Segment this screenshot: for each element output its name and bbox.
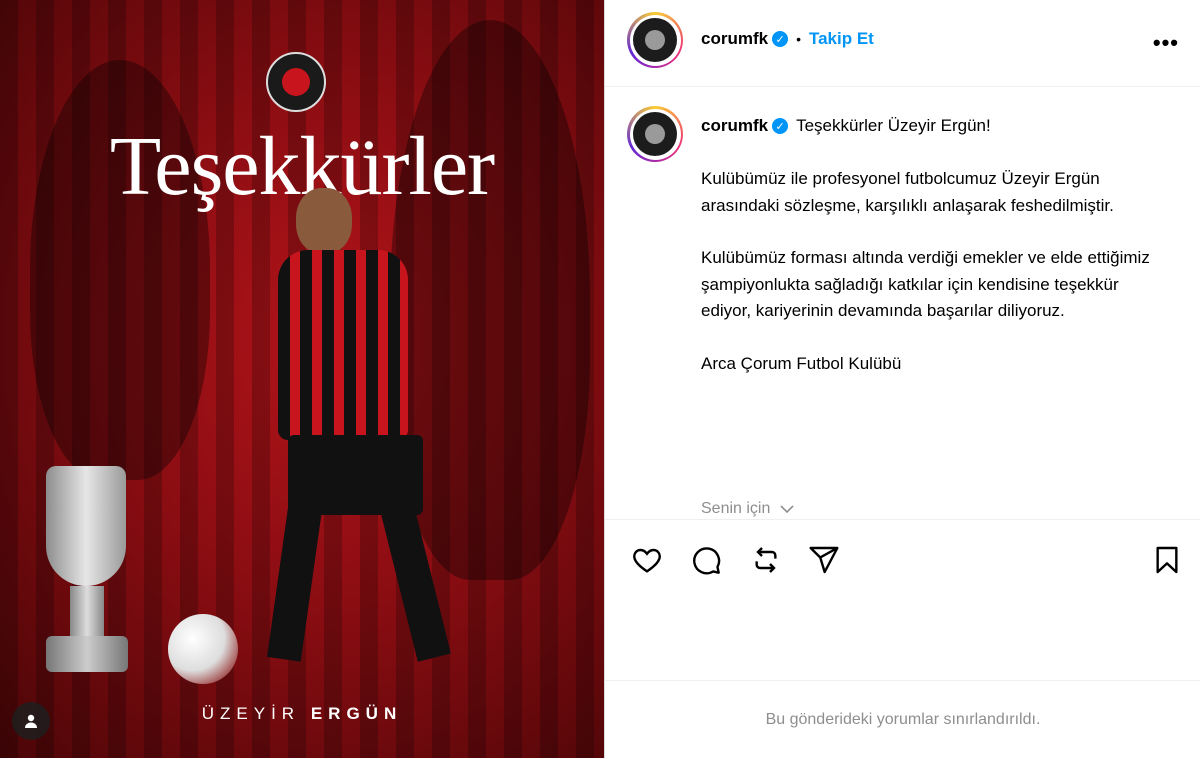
separator-dot: • xyxy=(796,31,801,47)
repost-button[interactable] xyxy=(750,544,782,576)
more-options-icon[interactable]: ••• xyxy=(1153,30,1179,56)
like-button[interactable] xyxy=(631,544,663,576)
chevron-down-icon xyxy=(780,505,794,513)
player-name: ÜZEYİR ERGÜN xyxy=(0,704,604,724)
follow-button[interactable]: Takip Et xyxy=(809,29,874,49)
action-bar xyxy=(605,519,1200,600)
caption-paragraph: Kulübümüz ile profesyonel futbolcumuz Üz… xyxy=(701,169,1114,215)
player-figure xyxy=(258,180,488,680)
verified-badge-icon: ✓ xyxy=(772,118,789,134)
for-you-dropdown[interactable]: Senin için xyxy=(701,500,795,518)
player-last-name: ERGÜN xyxy=(310,704,403,723)
share-button[interactable] xyxy=(808,544,840,576)
heart-icon xyxy=(633,548,661,573)
share-icon xyxy=(809,546,839,574)
user-icon xyxy=(25,714,37,728)
verified-badge-icon: ✓ xyxy=(772,31,789,47)
profile-avatar[interactable] xyxy=(627,12,683,68)
caption-header: corumfk ✓ Teşekkürler Üzeyir Ergün! xyxy=(701,116,991,136)
comment-button[interactable] xyxy=(690,544,722,576)
player-first-name: ÜZEYİR xyxy=(201,704,301,723)
save-button[interactable] xyxy=(1151,544,1183,576)
header-user: corumfk ✓ • Takip Et xyxy=(701,29,874,49)
trophy-icon xyxy=(28,456,146,674)
tagged-users-button[interactable] xyxy=(12,702,50,740)
username-link[interactable]: corumfk xyxy=(701,29,768,49)
caption-body: Kulübümüz ile profesyonel futbolcumuz Üz… xyxy=(701,166,1151,403)
post-image[interactable]: Teşekkürler ÜZEYİR ERGÜN xyxy=(0,0,604,758)
comments-limited-notice: Bu gönderideki yorumlar sınırlandırıldı. xyxy=(605,680,1200,759)
club-crest-icon xyxy=(266,52,326,112)
post-side-panel: corumfk ✓ • Takip Et ••• corumfk ✓ Teşek… xyxy=(604,0,1200,758)
post-header: corumfk ✓ • Takip Et ••• xyxy=(605,0,1200,87)
comment-icon xyxy=(693,547,721,575)
repost-icon xyxy=(755,547,777,573)
football-icon xyxy=(168,614,238,684)
caption-username-link[interactable]: corumfk xyxy=(701,116,768,136)
caption-signature: Arca Çorum Futbol Kulübü xyxy=(701,353,902,373)
caption-avatar[interactable] xyxy=(627,106,683,162)
bookmark-icon xyxy=(1156,546,1178,574)
caption-paragraph: Kulübümüz forması altında verdiği emekle… xyxy=(701,248,1150,320)
caption-title: Teşekkürler Üzeyir Ergün! xyxy=(796,116,991,135)
for-you-label: Senin için xyxy=(701,500,771,517)
